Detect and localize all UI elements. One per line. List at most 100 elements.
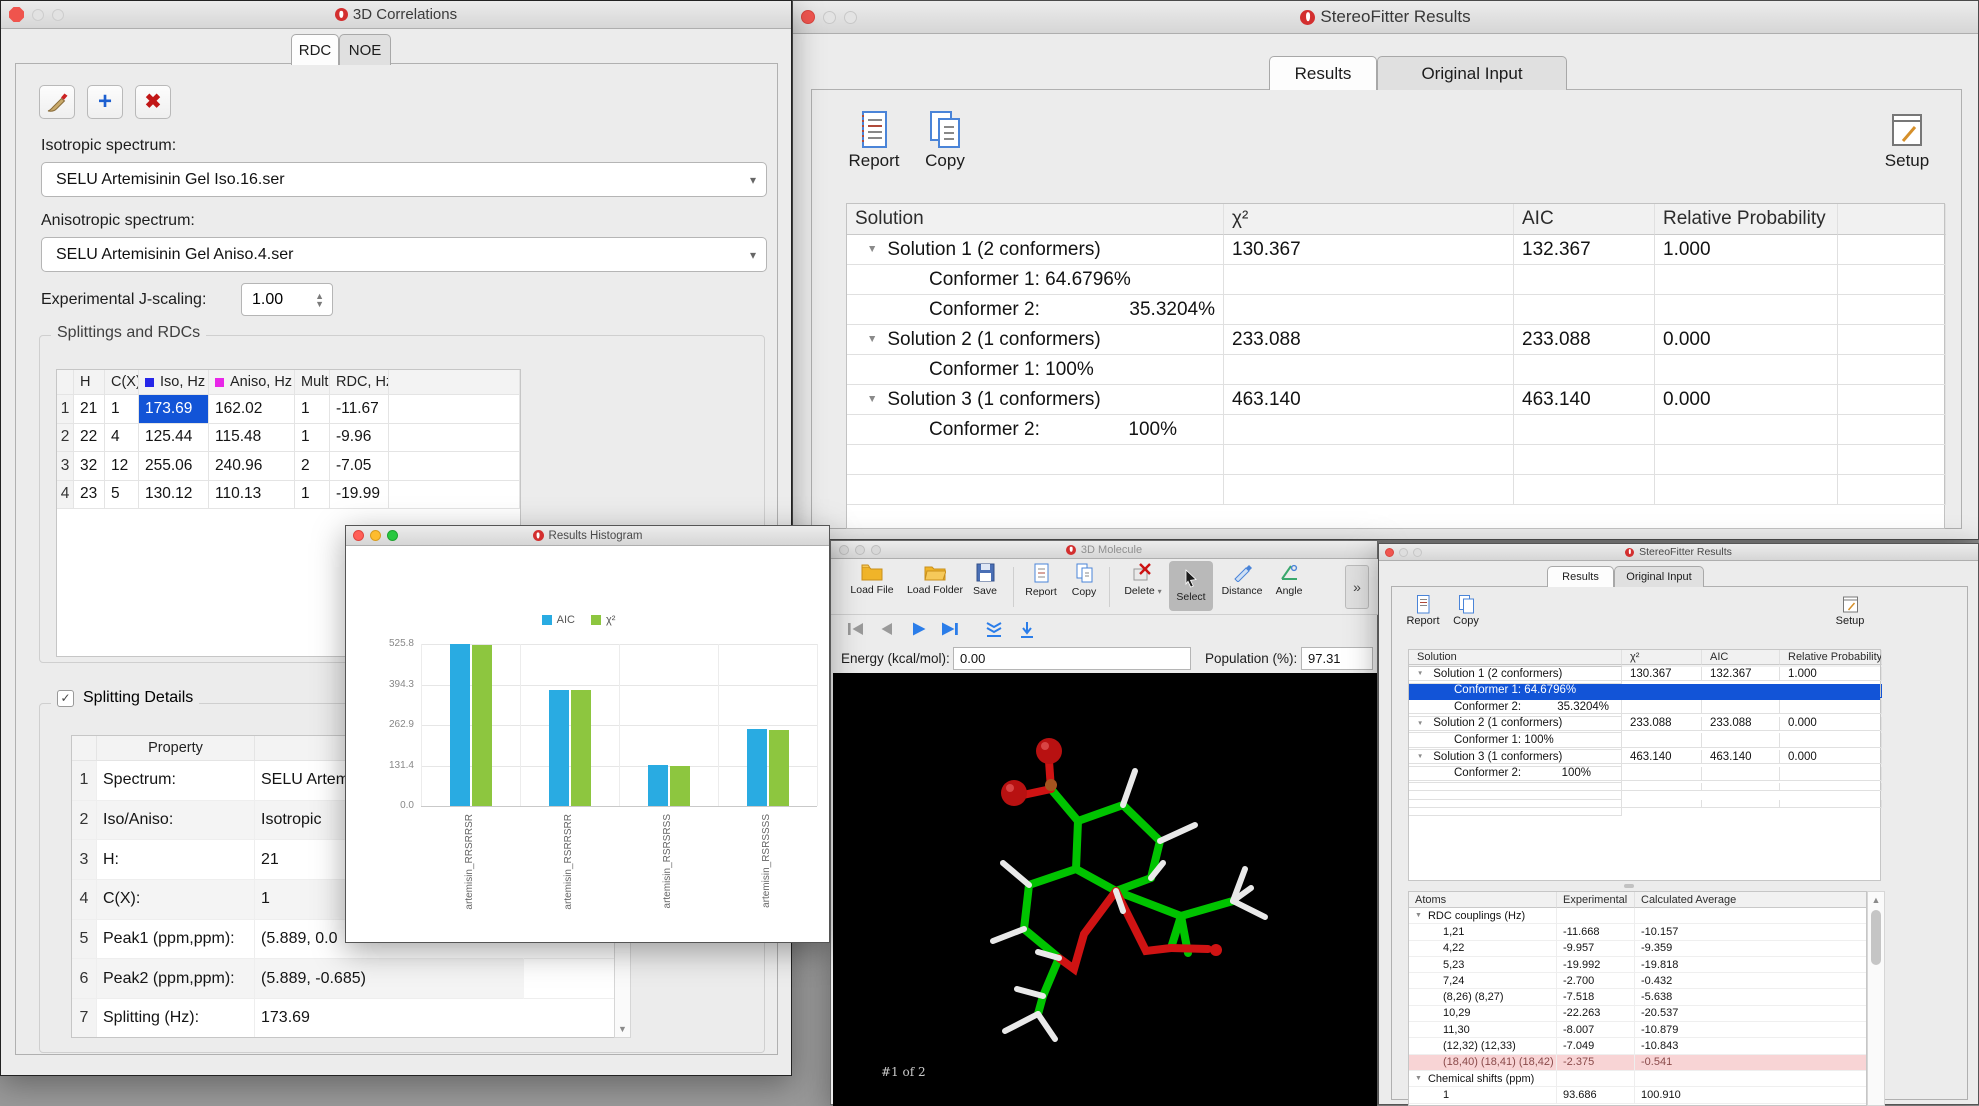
value-cell[interactable]: [1622, 733, 1702, 747]
cell[interactable]: 2: [57, 424, 74, 453]
energy-input[interactable]: 0.00: [953, 647, 1191, 670]
cell[interactable]: -9.957: [1557, 941, 1635, 957]
atoms-table[interactable]: AtomsExperimentalCalculated Average▼RDC …: [1408, 891, 1867, 1106]
cell[interactable]: Peak1 (ppm,ppm):: [97, 920, 255, 960]
column-header[interactable]: Property: [97, 736, 255, 761]
cell[interactable]: 255.06: [139, 452, 209, 481]
table-row[interactable]: 1211173.69162.021-11.67: [57, 395, 520, 424]
cell[interactable]: [389, 452, 520, 481]
cell[interactable]: Splitting (Hz):: [97, 999, 255, 1038]
value-cell[interactable]: 233.088: [1702, 717, 1780, 731]
cell[interactable]: Iso/Aniso:: [97, 801, 255, 841]
column-header[interactable]: [1838, 204, 1946, 235]
value-cell[interactable]: [1224, 415, 1514, 445]
cell[interactable]: 1: [57, 395, 74, 424]
zoom-button[interactable]: [387, 530, 398, 541]
scroll-up-icon[interactable]: ▲: [1872, 892, 1881, 905]
value-cell[interactable]: 0.000: [1655, 325, 1838, 355]
anisotropic-select[interactable]: SELU Artemisinin Gel Aniso.4.ser ▾: [41, 237, 767, 272]
bar-chi2[interactable]: [571, 690, 591, 806]
angle-button[interactable]: Angle: [1269, 563, 1309, 597]
value-cell[interactable]: 0.000: [1780, 717, 1882, 731]
value-cell[interactable]: [1838, 355, 1946, 385]
cell[interactable]: -10.157: [1635, 924, 1867, 940]
scroll-thumb[interactable]: [1871, 910, 1881, 965]
cell[interactable]: -2.375: [1557, 1055, 1635, 1071]
value-cell[interactable]: [1838, 325, 1946, 355]
table-row[interactable]: (12,32) (12,33)-7.049-10.843: [1409, 1038, 1866, 1054]
cell[interactable]: 32: [74, 452, 105, 481]
minimize-button[interactable]: [32, 9, 44, 21]
value-cell[interactable]: 463.140: [1702, 750, 1780, 764]
distance-button[interactable]: Distance: [1217, 563, 1267, 597]
table-row[interactable]: ▼Solution 3 (1 conformers)463.140463.140…: [847, 385, 1944, 415]
value-cell[interactable]: [1838, 415, 1946, 445]
value-cell[interactable]: 463.140: [1622, 750, 1702, 764]
value-cell[interactable]: 132.367: [1702, 667, 1780, 681]
table-row[interactable]: ▼Solution 1 (2 conformers)130.367132.367…: [847, 235, 1944, 265]
legend-item[interactable]: AIC: [542, 614, 575, 626]
cell[interactable]: -0.432: [1635, 973, 1867, 989]
minimize-button[interactable]: [370, 530, 381, 541]
cell[interactable]: 2: [295, 452, 330, 481]
atoms-scrollbar[interactable]: ▲ ▼: [1867, 891, 1885, 1106]
cell[interactable]: H:: [97, 840, 255, 880]
spinner-arrows[interactable]: ▲ ▼: [315, 292, 324, 308]
table-row[interactable]: 6Peak2 (ppm,ppm):(5.889, -0.685): [72, 959, 631, 999]
cell[interactable]: 22: [74, 424, 105, 453]
table-row[interactable]: 7,24-2.700-0.432: [1409, 973, 1866, 989]
value-cell[interactable]: [1702, 767, 1780, 781]
zoom-button[interactable]: [844, 11, 857, 24]
table-row[interactable]: Conformer 1: 64.6796%: [1409, 684, 1880, 701]
table-row[interactable]: Conformer 1: 100%: [847, 355, 1944, 385]
molecule-viewport[interactable]: #1 of 2: [833, 673, 1377, 1106]
cell[interactable]: 93.686: [1557, 1087, 1635, 1103]
cell[interactable]: 130.12: [139, 481, 209, 510]
cell[interactable]: -11.67: [330, 395, 389, 424]
scroll-down-icon[interactable]: ▼: [618, 1024, 627, 1037]
column-header[interactable]: Calculated Average: [1635, 892, 1867, 908]
minimize-button[interactable]: [855, 545, 865, 555]
table-row[interactable]: Conformer 1: 100%: [1409, 733, 1880, 750]
value-cell[interactable]: [1622, 684, 1702, 698]
solution-cell[interactable]: Conformer 2:100%: [1409, 767, 1622, 781]
column-header[interactable]: χ²: [1224, 204, 1514, 235]
disclosure-triangle-icon[interactable]: ▼: [867, 244, 877, 255]
column-header[interactable]: Mult.: [295, 370, 330, 395]
solution-cell[interactable]: Conformer 2:35.3204%: [1409, 700, 1622, 714]
isotropic-select[interactable]: SELU Artemisinin Gel Iso.16.ser ▾: [41, 162, 767, 197]
value-cell[interactable]: [1780, 684, 1882, 698]
cell[interactable]: 162.02: [209, 395, 295, 424]
column-header[interactable]: [72, 736, 97, 761]
setup-button[interactable]: Setup: [1826, 594, 1874, 627]
cell[interactable]: 173.69: [255, 999, 524, 1038]
cell[interactable]: 1,21: [1409, 924, 1557, 940]
cell[interactable]: -20.537: [1635, 1006, 1867, 1022]
cell[interactable]: -10.879: [1635, 1022, 1867, 1038]
table-row[interactable]: 10,29-22.263-20.537: [1409, 1006, 1866, 1022]
solution-cell[interactable]: Conformer 1: 100%: [1409, 733, 1622, 747]
cell[interactable]: 125.44: [139, 424, 209, 453]
cell[interactable]: 1: [295, 395, 330, 424]
delete-button[interactable]: Delete ▾: [1117, 563, 1169, 597]
cell[interactable]: 1: [1409, 1087, 1557, 1103]
cell[interactable]: 7: [72, 999, 97, 1038]
cell[interactable]: C(X):: [97, 880, 255, 920]
cell[interactable]: [389, 481, 520, 510]
cell[interactable]: Spectrum:: [97, 761, 255, 801]
superimpose-icon[interactable]: [983, 620, 1005, 645]
cell[interactable]: 3: [72, 840, 97, 880]
close-button[interactable]: [353, 530, 364, 541]
solution-cell[interactable]: Conformer 2:100%: [847, 415, 1224, 445]
table-row[interactable]: Conformer 1: 64.6796%: [847, 265, 1944, 295]
value-cell[interactable]: [1224, 355, 1514, 385]
setup-button[interactable]: Setup: [1874, 109, 1940, 171]
spin-down-icon[interactable]: ▼: [315, 300, 324, 308]
table-row[interactable]: 11,30-8.007-10.879: [1409, 1022, 1866, 1038]
column-header[interactable]: Relative Probability: [1655, 204, 1838, 235]
add-button[interactable]: +: [87, 85, 123, 119]
cell[interactable]: -0.541: [1635, 1055, 1867, 1071]
close-button[interactable]: [1385, 548, 1394, 557]
value-cell[interactable]: [1224, 265, 1514, 295]
minimize-button[interactable]: [1399, 548, 1408, 557]
